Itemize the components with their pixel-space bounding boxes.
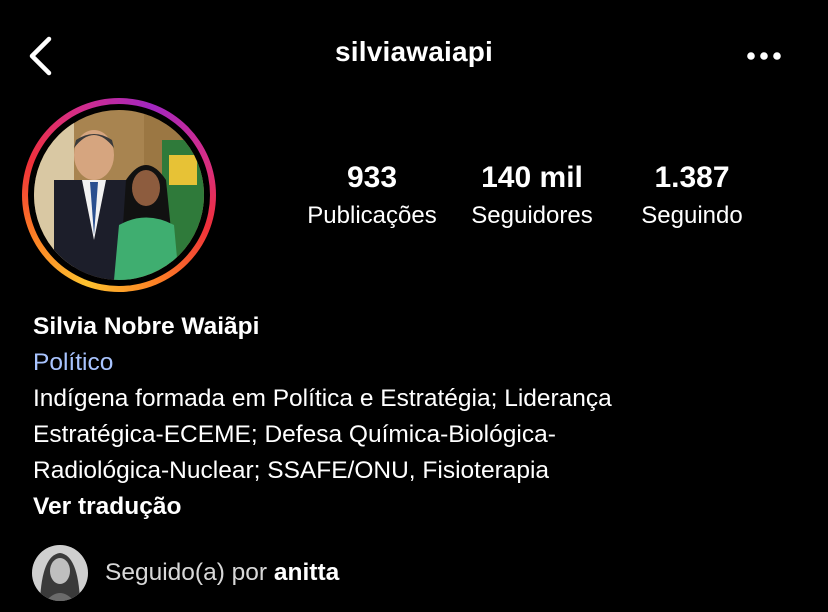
story-ring[interactable] [22,98,216,292]
see-translation-link[interactable]: Ver tradução [33,489,813,525]
stat-posts-label: Publicações [307,202,437,229]
follower-avatar [32,545,88,601]
profile-username: silviawaiapi [334,36,494,67]
followed-by-row[interactable]: Seguido(a) por anitta [32,544,339,602]
followed-by-prefix: Seguido(a) por [105,559,268,586]
stat-posts-value: 933 [346,161,398,194]
profile-bio: Silvia Nobre Waiãpi Político Indígena fo… [33,309,813,525]
stat-following[interactable]: 1.387 Seguindo [626,160,758,234]
stat-posts[interactable]: 933 Publicações [300,160,444,234]
stat-following-value: 1.387 [654,161,730,194]
followed-by-text: Seguido(a) por anitta [105,559,339,587]
bio-line: Radiológica-Nuclear; SSAFE/ONU, Fisioter… [33,457,550,484]
bio-line: Estratégica-ECEME; Defesa Química-Biológ… [33,421,556,448]
profile-photo [34,110,204,280]
stat-followers[interactable]: 140 mil Seguidores [458,160,606,234]
followed-by-user[interactable]: anitta [274,559,339,586]
profile-avatar[interactable] [34,110,204,280]
more-horizontal-icon [747,52,781,60]
bio-line: Indígena formada em Política e Estratégi… [33,385,612,412]
profile-full-name: Silvia Nobre Waiãpi [33,313,260,340]
more-options-button[interactable] [740,40,788,72]
stat-following-label: Seguindo [641,202,743,229]
top-bar: silviawaiapi [0,0,828,110]
avatar-photo [32,545,88,601]
profile-category: Político [33,349,114,376]
stat-followers-value: 140 mil [481,161,583,194]
avatar-gap [28,104,210,286]
stat-followers-label: Seguidores [471,202,593,229]
